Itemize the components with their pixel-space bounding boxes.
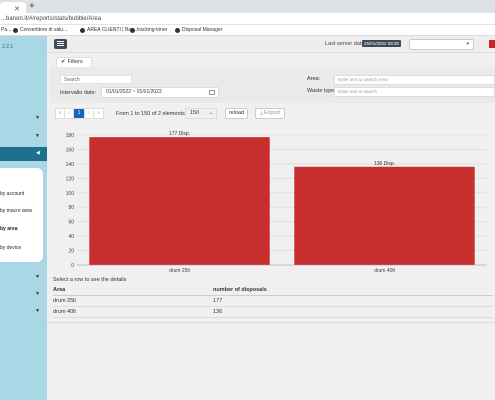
- y-tick-label: 180: [66, 133, 75, 139]
- top-select[interactable]: ▾: [409, 39, 474, 50]
- browser-tab-bar: ✕ +: [0, 0, 495, 13]
- x-tick-label: drum 25lt: [169, 268, 190, 273]
- reload-button[interactable]: reload: [225, 108, 248, 119]
- bookmark-icon: [175, 27, 180, 33]
- chevron-down-icon[interactable]: ▼: [35, 115, 40, 121]
- table-row[interactable]: drum 25lt 177: [53, 295, 493, 307]
- bookmark-icon: [13, 27, 18, 33]
- download-icon: ⤓: [260, 110, 263, 116]
- y-tick-label: 20: [68, 249, 74, 255]
- chevron-down-icon[interactable]: ▼: [35, 133, 40, 139]
- bar-chart: 0 20 40 60 80 100 120 140 160 180 177 Disp. drum 25…: [47, 123, 495, 273]
- new-tab-icon[interactable]: +: [29, 1, 35, 12]
- app-top-bar: Last server data: 25/01/2022 09:30 ▾: [47, 36, 495, 53]
- y-tick-label: 60: [68, 220, 74, 226]
- address-bar[interactable]: ...banon.it/#/reports/stats/bubble/Area: [0, 13, 495, 25]
- export-label: Export: [264, 110, 280, 116]
- pagination-current-page[interactable]: 1: [74, 109, 85, 118]
- bar-chart-svg: 0 20 40 60 80 100 120 140 160 180 177 Disp. drum 25…: [66, 131, 487, 273]
- language-flag-icon[interactable]: [489, 40, 495, 48]
- tab-filters-label: Filters: [67, 59, 83, 65]
- area-search-input[interactable]: Enter text to search Area: [334, 75, 495, 85]
- table-header-row: Area number of disposals: [53, 285, 493, 296]
- divider: [47, 322, 495, 323]
- url-text[interactable]: ...banon.it/#/reports/stats/bubble/Area: [1, 16, 101, 22]
- page-size-value: 150: [190, 110, 200, 116]
- filters-panel: Intervallo date: 01/01/2022 ~ 01/01/2022…: [50, 67, 495, 103]
- y-tick-label: 80: [68, 205, 74, 211]
- bookmarks-bar: Pa... Convertitore di valu... AREA CLIEN…: [0, 25, 495, 36]
- column-header-disposals[interactable]: number of disposals: [213, 285, 493, 296]
- last-server-data-label: Last server data:: [325, 41, 366, 47]
- pagination-prev[interactable]: ‹: [65, 109, 74, 118]
- chevron-down-icon[interactable]: ▼: [35, 308, 40, 314]
- table-cell: 177: [213, 295, 493, 307]
- y-tick-label: 0: [71, 263, 74, 269]
- last-server-data-value: 25/01/2022 09:30: [362, 40, 402, 47]
- main-content: ✔Filters Intervallo date: 01/01/2022 ~ 0…: [47, 53, 495, 400]
- bookmark-icon: [130, 27, 135, 33]
- pagination-last[interactable]: »: [94, 109, 103, 118]
- submenu-item-by-macro-area[interactable]: by macro area: [0, 208, 32, 214]
- waste-type-label: Waste type:: [307, 88, 336, 94]
- hamburger-line: [57, 45, 64, 46]
- browser-tab[interactable]: ✕: [0, 2, 26, 13]
- bookmark-item[interactable]: Pa...: [1, 27, 11, 33]
- app-version: 2.2.1: [2, 44, 14, 50]
- bar: [89, 137, 270, 265]
- submenu-item-by-device[interactable]: by device: [0, 245, 21, 251]
- date-range-label: Intervallo date:: [60, 90, 97, 96]
- page-size-select[interactable]: 150 ⌄: [185, 108, 217, 119]
- column-header-area[interactable]: Area: [53, 285, 213, 296]
- search-input[interactable]: [60, 75, 132, 84]
- submenu-item-by-area[interactable]: by area: [0, 226, 18, 232]
- bookmark-item[interactable]: Convertitore di valu...: [13, 27, 67, 33]
- y-tick-label: 100: [66, 191, 75, 197]
- chevron-down-icon[interactable]: ▼: [35, 291, 40, 297]
- pagination-range-text: From 1 to 150 of 2 elements: [116, 111, 185, 117]
- pagination-first[interactable]: «: [56, 109, 65, 118]
- area-label: Area:: [307, 76, 321, 82]
- hamburger-icon: [57, 41, 64, 42]
- y-tick-label: 160: [66, 147, 75, 153]
- bar: [294, 166, 475, 265]
- tab-filters[interactable]: ✔ Filters: [56, 57, 92, 67]
- chevron-down-icon: ⌄: [208, 110, 213, 116]
- table-row[interactable]: drum 40lt 136: [53, 306, 493, 318]
- details-hint: Select a row to see the details: [53, 277, 127, 283]
- chevron-left-icon: ◀: [36, 150, 40, 156]
- export-button[interactable]: ⤓ Export: [255, 108, 285, 119]
- sidebar: 2.2.1 ▼ ▼ ◀ by account by macro area by …: [0, 36, 47, 400]
- date-range-value: 01/01/2022 ~ 01/01/2022: [106, 89, 162, 95]
- x-tick-label: drum 40lt: [374, 268, 395, 273]
- pagination: « ‹ 1 › »: [55, 108, 104, 119]
- pagination-next[interactable]: ›: [85, 109, 94, 118]
- check-icon: ✔: [61, 59, 66, 65]
- table-cell: drum 25lt: [53, 295, 213, 307]
- details-table: Area number of disposals drum 25lt 177 d…: [53, 285, 493, 318]
- chevron-down-icon: ▾: [466, 41, 469, 47]
- y-tick-label: 40: [68, 234, 74, 240]
- sidebar-submenu: by account by macro area by area by devi…: [0, 168, 43, 262]
- bookmark-item[interactable]: Disposal Manager: [175, 27, 222, 33]
- menu-toggle-button[interactable]: [54, 39, 67, 49]
- hamburger-line: [57, 43, 64, 44]
- waste-type-search-input[interactable]: Enter text to search: [334, 87, 495, 97]
- bookmark-item[interactable]: AREA CLIENTI | Bav...: [80, 27, 137, 33]
- bookmark-icon: [80, 27, 85, 33]
- date-range-input[interactable]: 01/01/2022 ~ 01/01/2022: [101, 87, 219, 98]
- table-cell: drum 40lt: [53, 306, 213, 318]
- y-tick-label: 140: [66, 162, 75, 168]
- sidebar-item-reports[interactable]: ◀: [0, 147, 47, 161]
- y-tick-label: 120: [66, 176, 75, 182]
- submenu-item-by-account[interactable]: by account: [0, 191, 24, 197]
- close-icon[interactable]: ✕: [14, 5, 20, 13]
- chevron-down-icon[interactable]: ▼: [35, 274, 40, 280]
- table-cell: 136: [213, 306, 493, 318]
- bar-data-label: 177 Disp.: [169, 131, 190, 137]
- bar-data-label: 136 Disp.: [374, 161, 395, 167]
- calendar-icon[interactable]: [209, 90, 215, 95]
- bookmark-item[interactable]: tracking-timer: [130, 27, 167, 33]
